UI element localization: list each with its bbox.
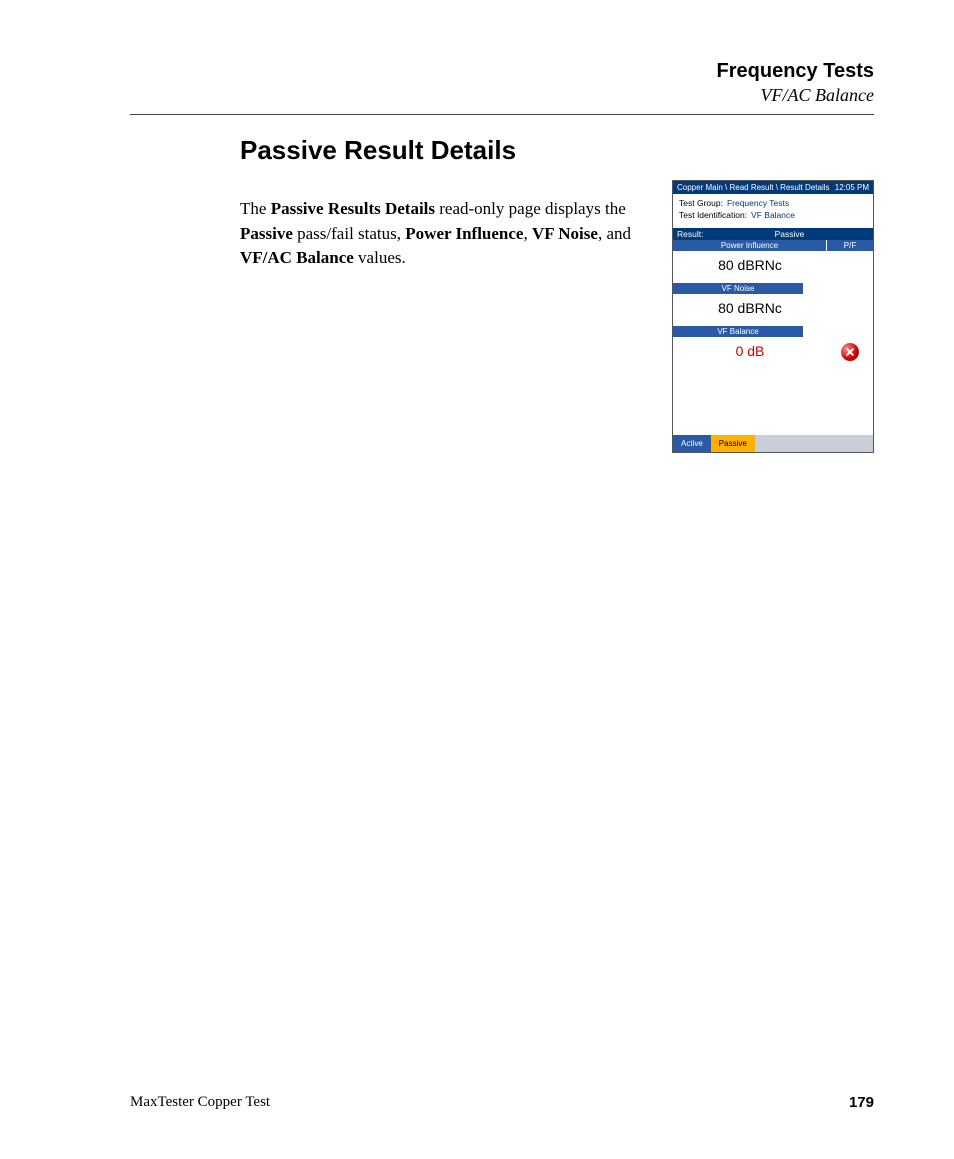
vf-balance-pf — [827, 343, 873, 363]
result-status: Passive — [707, 229, 872, 239]
footer-product: MaxTester Copper Test — [130, 1094, 270, 1111]
meta-id-value: VF Balance — [751, 210, 795, 220]
tab-active[interactable]: Active — [673, 435, 711, 452]
device-titlebar: Copper Main \ Read Result \ Result Detai… — [673, 181, 873, 194]
body-bold: VF/AC Balance — [240, 248, 354, 267]
device-meta: Test Group: Frequency Tests Test Identifi… — [673, 194, 873, 228]
body-bold: VF Noise — [532, 224, 598, 243]
device-time: 12:05 PM — [835, 183, 869, 192]
row-vf-noise-header: VF Noise — [673, 283, 803, 294]
header-subtitle: VF/AC Balance — [130, 85, 874, 106]
body-text: read-only page displays the — [435, 199, 626, 218]
power-influence-value: 80 dBRNc — [673, 251, 827, 283]
body-bold: Passive Results Details — [271, 199, 435, 218]
body-bold: Power Influence — [405, 224, 523, 243]
vf-noise-value: 80 dBRNc — [673, 294, 827, 326]
device-screenshot: Copper Main \ Read Result \ Result Detai… — [672, 180, 874, 453]
page-footer: MaxTester Copper Test 179 — [130, 1094, 874, 1111]
device-tabs: Active Passive — [673, 435, 873, 452]
footer-page-number: 179 — [849, 1094, 874, 1111]
col-pf: P/F — [827, 240, 873, 251]
col-power-influence: Power Influence — [673, 240, 827, 251]
result-label: Result: — [674, 229, 707, 239]
row-power-influence: 80 dBRNc — [673, 251, 873, 283]
row-vf-balance-header: VF Balance — [673, 326, 803, 337]
section-title: Passive Result Details — [240, 135, 874, 166]
header-title: Frequency Tests — [130, 60, 874, 83]
device-column-headers: Power Influence P/F — [673, 240, 873, 251]
row-vf-noise: 80 dBRNc — [673, 294, 873, 326]
meta-group-label: Test Group: — [679, 198, 723, 208]
vf-balance-value: 0 dB — [673, 337, 827, 369]
tab-passive[interactable]: Passive — [711, 435, 755, 452]
header-rule — [130, 114, 874, 115]
body-text: values. — [354, 248, 406, 267]
row-vf-balance: 0 dB — [673, 337, 873, 369]
device-spacer — [673, 369, 873, 435]
body-text: pass/fail status, — [293, 224, 405, 243]
body-text: , and — [598, 224, 631, 243]
device-result-bar: Result: Passive — [673, 228, 873, 240]
meta-group-value: Frequency Tests — [727, 198, 789, 208]
body-bold: Passive — [240, 224, 293, 243]
body-text: The — [240, 199, 271, 218]
body-text: , — [523, 224, 532, 243]
meta-id-label: Test Identification: — [679, 210, 747, 220]
fail-icon — [841, 343, 859, 361]
section-body: The Passive Results Details read-only pa… — [240, 197, 672, 271]
device-breadcrumb: Copper Main \ Read Result \ Result Detai… — [677, 183, 830, 192]
